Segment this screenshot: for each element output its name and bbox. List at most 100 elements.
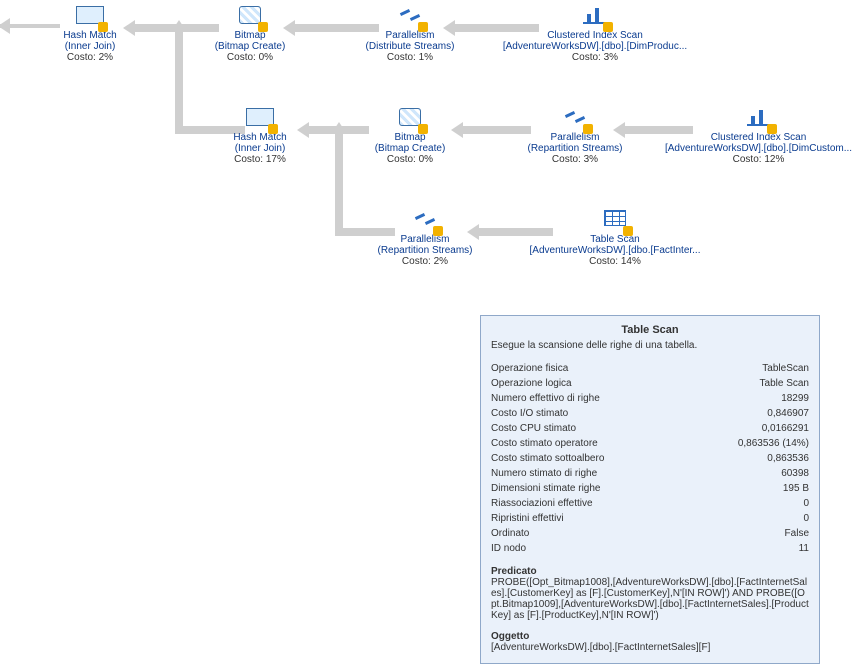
- tooltip-property-label: Ordinato: [491, 526, 529, 541]
- node-subtitle: (Inner Join): [30, 41, 150, 52]
- tooltip-property-label: ID nodo: [491, 541, 526, 556]
- tooltip-predicate-text: PROBE([Opt_Bitmap1008],[AdventureWorksDW…: [491, 577, 809, 621]
- tooltip-property-row: Ordinato False: [491, 526, 809, 541]
- tooltip-property-label: Costo stimato operatore: [491, 436, 598, 451]
- plan-node-table-scan[interactable]: Table Scan [AdventureWorksDW].[dbo.[Fact…: [510, 210, 720, 267]
- plan-node-hash-match[interactable]: Hash Match (Inner Join) Costo: 17%: [200, 108, 320, 165]
- bitmap-icon: [236, 6, 264, 28]
- tooltip-property-row: Riassociazioni effettive 0: [491, 496, 809, 511]
- tooltip-property-label: Operazione logica: [491, 376, 572, 391]
- clustered-index-scan-icon: [745, 108, 773, 130]
- node-cost: Costo: 2%: [350, 256, 500, 267]
- node-cost: Costo: 3%: [490, 52, 700, 63]
- tooltip-property-row: Operazione logica Table Scan: [491, 376, 809, 391]
- clustered-index-scan-icon: [581, 6, 609, 28]
- arrow-head-up-icon: [331, 122, 347, 134]
- arrow: [335, 130, 343, 236]
- tooltip-property-value: 0,846907: [767, 406, 809, 421]
- tooltip-property-label: Costo stimato sottoalbero: [491, 451, 604, 466]
- node-cost: Costo: 3%: [500, 154, 650, 165]
- node-cost: Costo: 2%: [30, 52, 150, 63]
- plan-node-parallelism[interactable]: Parallelism (Distribute Streams) Costo: …: [340, 6, 480, 63]
- plan-node-parallelism[interactable]: Parallelism (Repartition Streams) Costo:…: [500, 108, 650, 165]
- tooltip-property-value: 195 B: [783, 481, 809, 496]
- plan-node-hash-match[interactable]: Hash Match (Inner Join) Costo: 2%: [30, 6, 150, 63]
- tooltip-property-label: Ripristini effettivi: [491, 511, 564, 526]
- node-title: Parallelism: [500, 132, 650, 143]
- tooltip-property-row: Costo CPU stimato 0,0166291: [491, 421, 809, 436]
- tooltip-property-row: Numero effettivo di righe 18299: [491, 391, 809, 406]
- node-cost: Costo: 14%: [510, 256, 720, 267]
- tooltip-description: Esegue la scansione delle righe di una t…: [491, 340, 809, 351]
- tooltip-property-value: 60398: [781, 466, 809, 481]
- node-title: Hash Match: [30, 30, 150, 41]
- arrow: [175, 28, 183, 134]
- tooltip-property-label: Costo CPU stimato: [491, 421, 576, 436]
- plan-node-bitmap[interactable]: Bitmap (Bitmap Create) Costo: 0%: [350, 108, 470, 165]
- node-title: Parallelism: [350, 234, 500, 245]
- hash-match-icon: [76, 6, 104, 28]
- plan-node-clustered-index-scan[interactable]: Clustered Index Scan [AdventureWorksDW].…: [490, 6, 700, 63]
- plan-node-clustered-index-scan[interactable]: Clustered Index Scan [AdventureWorksDW].…: [656, 108, 861, 165]
- tooltip-object-text: [AdventureWorksDW].[dbo].[FactInternetSa…: [491, 642, 809, 653]
- node-cost: Costo: 0%: [350, 154, 470, 165]
- node-title: Hash Match: [200, 132, 320, 143]
- tooltip-property-value: 0: [803, 511, 809, 526]
- tooltip-property-value: False: [785, 526, 809, 541]
- node-subtitle: (Distribute Streams): [340, 41, 480, 52]
- tooltip-property-value: 0: [803, 496, 809, 511]
- bitmap-icon: [396, 108, 424, 130]
- node-title: Bitmap: [350, 132, 470, 143]
- table-scan-icon: [601, 210, 629, 232]
- node-title: Clustered Index Scan: [656, 132, 861, 143]
- tooltip-properties: Operazione fisicaTableScanOperazione log…: [491, 361, 809, 556]
- tooltip-property-value: 0,863536 (14%): [738, 436, 809, 451]
- tooltip-property-row: Costo I/O stimato 0,846907: [491, 406, 809, 421]
- tooltip-property-row: Costo stimato operatore 0,863536 (14%): [491, 436, 809, 451]
- tooltip-property-label: Dimensioni stimate righe: [491, 481, 601, 496]
- tooltip-property-row: ID nodo 11: [491, 541, 809, 556]
- tooltip-property-label: Riassociazioni effettive: [491, 496, 593, 511]
- plan-node-bitmap[interactable]: Bitmap (Bitmap Create) Costo: 0%: [190, 6, 310, 63]
- node-title: Parallelism: [340, 30, 480, 41]
- arrow-head-left-icon: [0, 18, 10, 34]
- tooltip-property-row: Costo stimato sottoalbero 0,863536: [491, 451, 809, 466]
- tooltip-property-label: Operazione fisica: [491, 361, 568, 376]
- tooltip-title: Table Scan: [491, 324, 809, 336]
- tooltip-property-value: TableScan: [762, 361, 809, 376]
- node-title: Bitmap: [190, 30, 310, 41]
- node-subtitle: [AdventureWorksDW].[dbo.[FactInter...: [510, 245, 720, 256]
- node-cost: Costo: 17%: [200, 154, 320, 165]
- node-cost: Costo: 1%: [340, 52, 480, 63]
- tooltip-property-row: Operazione fisica TableScan: [491, 361, 809, 376]
- node-title: Clustered Index Scan: [490, 30, 700, 41]
- tooltip-property-value: Table Scan: [760, 376, 809, 391]
- tooltip-property-label: Numero stimato di righe: [491, 466, 597, 481]
- node-title: Table Scan: [510, 234, 720, 245]
- tooltip-property-label: Numero effettivo di righe: [491, 391, 600, 406]
- node-subtitle: [AdventureWorksDW].[dbo].[DimCustom...: [656, 143, 861, 154]
- node-subtitle: (Repartition Streams): [500, 143, 650, 154]
- tooltip-property-label: Costo I/O stimato: [491, 406, 568, 421]
- node-cost: Costo: 0%: [190, 52, 310, 63]
- tooltip-property-value: 0,863536: [767, 451, 809, 466]
- hash-match-icon: [246, 108, 274, 130]
- node-subtitle: (Bitmap Create): [190, 41, 310, 52]
- parallelism-icon: [396, 6, 424, 28]
- parallelism-icon: [411, 210, 439, 232]
- tooltip-property-row: Numero stimato di righe 60398: [491, 466, 809, 481]
- node-subtitle: (Repartition Streams): [350, 245, 500, 256]
- operator-tooltip: Table Scan Esegue la scansione delle rig…: [480, 315, 820, 664]
- plan-node-parallelism[interactable]: Parallelism (Repartition Streams) Costo:…: [350, 210, 500, 267]
- tooltip-property-value: 0,0166291: [762, 421, 809, 436]
- arrow-head-up-icon: [171, 20, 187, 32]
- tooltip-property-row: Dimensioni stimate righe 195 B: [491, 481, 809, 496]
- parallelism-icon: [561, 108, 589, 130]
- tooltip-object-label: Oggetto: [491, 631, 809, 642]
- node-cost: Costo: 12%: [656, 154, 861, 165]
- tooltip-property-row: Ripristini effettivi 0: [491, 511, 809, 526]
- tooltip-property-value: 18299: [781, 391, 809, 406]
- node-subtitle: [AdventureWorksDW].[dbo].[DimProduc...: [490, 41, 700, 52]
- tooltip-property-value: 11: [799, 541, 809, 556]
- node-subtitle: (Inner Join): [200, 143, 320, 154]
